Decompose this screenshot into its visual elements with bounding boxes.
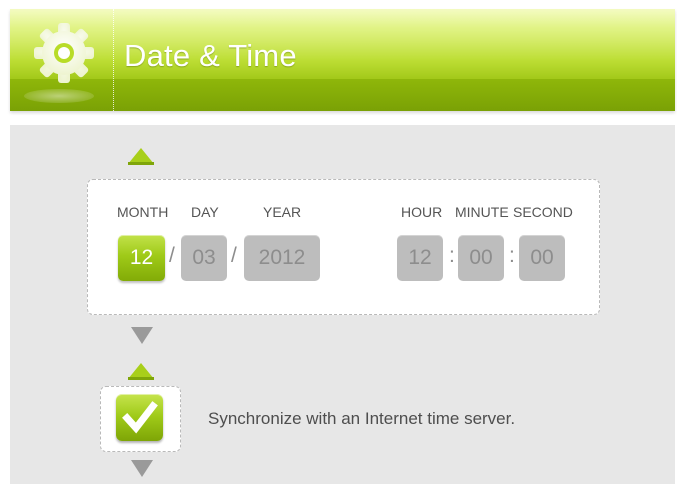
year-label: YEAR xyxy=(263,204,302,220)
day-field[interactable]: 03 xyxy=(181,235,227,281)
sync-checkbox[interactable] xyxy=(116,394,163,441)
scroll-down-arrow-icon[interactable] xyxy=(131,460,153,477)
year-field[interactable]: 2012 xyxy=(244,235,320,281)
gear-reflection xyxy=(24,89,94,103)
second-field[interactable]: 00 xyxy=(519,235,565,281)
page-title: Date & Time xyxy=(124,38,297,73)
hour-field[interactable]: 12 xyxy=(397,235,443,281)
sync-label: Synchronize with an Internet time server… xyxy=(208,409,516,428)
header-lower-band xyxy=(10,79,675,111)
gear-icon xyxy=(32,21,96,85)
hour-label: HOUR xyxy=(401,204,443,220)
header-divider xyxy=(113,9,115,111)
minute-label: MINUTE xyxy=(455,204,509,220)
header-shine xyxy=(10,9,675,79)
date-separator: / xyxy=(231,244,237,267)
time-separator: : xyxy=(449,244,455,267)
time-separator: : xyxy=(509,244,515,267)
date-separator: / xyxy=(169,244,175,267)
second-label: SECOND xyxy=(513,204,573,220)
month-field[interactable]: 12 xyxy=(118,235,165,281)
month-label: MONTH xyxy=(117,204,169,220)
day-label: DAY xyxy=(191,204,219,220)
scroll-down-arrow-icon[interactable] xyxy=(131,327,153,344)
scroll-up-arrow-icon[interactable] xyxy=(128,148,154,165)
header-bar xyxy=(10,9,675,111)
minute-field[interactable]: 00 xyxy=(458,235,504,281)
date-time-screen: Date & Time MONTH DAY YEAR HOUR MINUTE S… xyxy=(0,0,677,484)
checkmark-icon xyxy=(122,401,158,434)
scroll-up-arrow-icon[interactable] xyxy=(128,363,154,380)
